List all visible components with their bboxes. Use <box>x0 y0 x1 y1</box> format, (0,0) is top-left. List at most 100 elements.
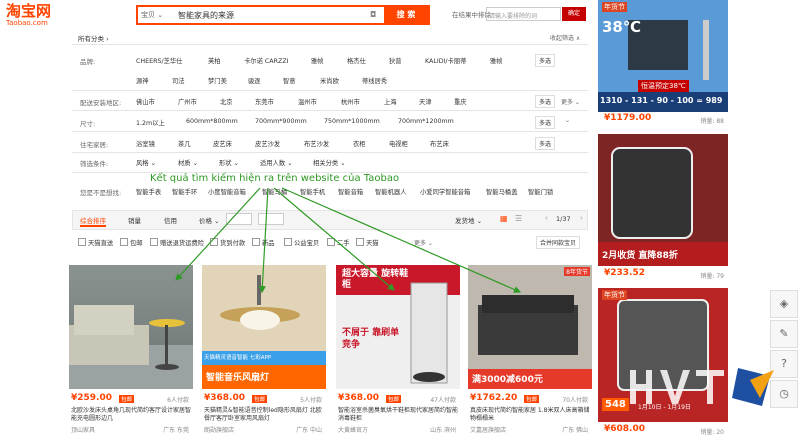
side-product-image[interactable]: 2月收货 直降88折 <box>598 134 728 266</box>
side-product-card[interactable]: 年货节 38℃ 恒温预定38℃ 1310 - 131 - 90 - 100 = … <box>598 0 728 128</box>
product-title[interactable]: 真皮床现代简约智能家居 1.8米双人床高箱储物榻榻米 <box>470 407 590 423</box>
tab-default-sort[interactable]: 综合排序 <box>80 215 106 227</box>
related-link[interactable]: 小度智能音箱 <box>208 187 246 196</box>
tab-credit[interactable]: 信用 <box>164 215 177 225</box>
delivery-option[interactable]: 天津 <box>419 97 432 106</box>
delivery-option[interactable]: 杭州市 <box>341 97 360 106</box>
pick-dropdown[interactable]: 材质 ⌄ <box>178 158 198 167</box>
product-title[interactable]: 北欧沙发床头桌角几现代简约客厅设计家居智能充电圆形边几 <box>71 407 191 423</box>
merge-same-button[interactable]: 合并同款宝贝 <box>536 236 581 249</box>
space-multi-select-button[interactable]: 多选 <box>535 137 556 150</box>
shop-name[interactable]: 艾嘉居旗舰店 <box>470 425 506 434</box>
search-button[interactable]: 搜 索 <box>384 7 428 23</box>
brand-option[interactable]: 芙柏 <box>208 56 221 65</box>
related-link[interactable]: 小爱同学智能音箱 <box>420 187 470 196</box>
delivery-option[interactable]: 上海 <box>384 97 397 106</box>
related-link[interactable]: 智能音箱 <box>338 187 363 196</box>
shop-name[interactable]: 顶山家具 <box>71 425 95 434</box>
prev-page-icon[interactable]: ‹ <box>545 214 548 222</box>
delivery-option[interactable]: 重庆 <box>454 97 467 106</box>
size-option[interactable]: 750mm*1000mm <box>324 118 380 125</box>
space-option[interactable]: 电视柜 <box>389 139 408 148</box>
brand-option[interactable]: 格杰仕 <box>347 56 366 65</box>
product-image[interactable]: 8年货节 满3000减600元 <box>468 265 592 389</box>
space-option[interactable]: 布艺床 <box>430 139 449 148</box>
space-option[interactable]: 皮艺床 <box>213 139 232 148</box>
grid-view-icon[interactable]: ▦ <box>500 214 508 223</box>
filter-checkbox[interactable]: 赠送退货运费险 <box>150 238 204 247</box>
filter-checkbox[interactable]: 新品 <box>252 238 275 247</box>
next-page-icon[interactable]: › <box>580 214 583 222</box>
delivery-option[interactable]: 温州市 <box>298 97 317 106</box>
brand-option[interactable]: 司法 <box>172 76 185 85</box>
shop-name[interactable]: 朗勋旗舰店 <box>204 425 234 434</box>
delivery-option[interactable]: 北京 <box>220 97 233 106</box>
pencil-icon[interactable]: ✎ <box>770 320 798 348</box>
pick-dropdown[interactable]: 风格 ⌄ <box>136 158 156 167</box>
delivery-more-button[interactable]: 更多 ⌄ <box>561 97 580 106</box>
pick-dropdown[interactable]: 相关分类 ⌄ <box>313 158 345 167</box>
shop-name[interactable]: 大黄蜂官方 <box>338 425 368 434</box>
delivery-multi-select-button[interactable]: 多选 <box>535 95 556 108</box>
brand-multi-select-button[interactable]: 多选 <box>535 54 556 67</box>
brand-option[interactable]: 雅帧 <box>311 56 324 65</box>
related-link[interactable]: 智能机器人 <box>375 187 406 196</box>
all-categories-link[interactable]: 所有分类 › <box>78 33 109 43</box>
taobao-logo[interactable]: 淘宝网 Taobao.com <box>6 4 66 28</box>
side-product-card[interactable]: 2月收货 直降88折 ¥233.52 销量: 79 <box>598 134 728 282</box>
related-link[interactable]: 智能手环 <box>172 187 197 196</box>
product-card[interactable]: 8年货节 满3000减600元 ¥1762.20 包邮 70人付款 真皮床现代简… <box>468 265 592 442</box>
related-link[interactable]: 智能马桶盖 <box>486 187 517 196</box>
price-min-input[interactable] <box>226 213 252 225</box>
product-image[interactable]: 超大容量 旋转鞋柜 不屑于 靠刷单竞争 <box>336 265 460 389</box>
size-more-button[interactable]: ⌄ <box>565 117 570 124</box>
search-input[interactable]: 智能家具的来源 <box>178 10 234 21</box>
filter-checkbox[interactable]: 包邮 <box>120 238 143 247</box>
brand-option[interactable]: 蒂线居秀 <box>362 76 387 85</box>
filter-checkbox[interactable]: 天猫 <box>356 238 379 247</box>
brand-option[interactable]: 骏逐 <box>248 76 261 85</box>
size-multi-select-button[interactable]: 多选 <box>535 116 556 129</box>
checks-more-button[interactable]: 更多 ⌄ <box>414 238 433 247</box>
product-image[interactable] <box>69 265 193 389</box>
delivery-option[interactable]: 广州市 <box>178 97 197 106</box>
size-option[interactable]: 600mm*800mm <box>186 118 238 125</box>
related-link[interactable]: 智能手机 <box>300 187 325 196</box>
filter-checkbox[interactable]: 货到付款 <box>210 238 245 247</box>
exclude-input[interactable]: 请输入要排除的词 <box>486 7 561 21</box>
side-product-image[interactable]: 年货节 38℃ 恒温预定38℃ 1310 - 131 - 90 - 100 = … <box>598 0 728 112</box>
pick-dropdown[interactable]: 适用人数 ⌄ <box>260 158 292 167</box>
size-option[interactable]: 1.2m以上 <box>136 118 165 127</box>
brand-option[interactable]: 智意 <box>283 76 296 85</box>
brand-option[interactable]: 米尚欧 <box>320 76 339 85</box>
related-link[interactable]: 智能手表 <box>136 187 161 196</box>
brand-option[interactable]: 狄普 <box>389 56 402 65</box>
space-option[interactable]: 皮艺沙发 <box>255 139 280 148</box>
related-link[interactable]: 智能门锁 <box>528 187 553 196</box>
brand-option[interactable]: CHEERS/芝华仕 <box>136 56 182 65</box>
related-link[interactable]: 智能马桶 <box>262 187 287 196</box>
product-card[interactable]: ¥259.00 包邮 6人付款 北欧沙发床头桌角几现代简约客厅设计家居智能充电圆… <box>69 265 193 442</box>
tab-price[interactable]: 价格 ⌄ <box>199 215 220 225</box>
filter-checkbox[interactable]: 公益宝贝 <box>284 238 319 247</box>
filter-checkbox[interactable]: 二手 <box>327 238 350 247</box>
product-card[interactable]: 天猫精灵语音智能 七彩APP 智能音乐风扇灯 ¥368.00 包邮 5人付款 天… <box>202 265 326 442</box>
tab-sales[interactable]: 销量 <box>128 215 141 225</box>
delivery-option[interactable]: 佛山市 <box>136 97 155 106</box>
brand-option[interactable]: 雅帧 <box>490 56 503 65</box>
filter-checkbox[interactable]: 天猫直送 <box>78 238 113 247</box>
product-title[interactable]: 智能浴室杀菌臭氧烘干鞋柜现代家居简约智能消毒鞋柜 <box>338 407 458 423</box>
delivery-option[interactable]: 东莞市 <box>255 97 274 106</box>
collapse-filters-button[interactable]: 收起筛选 ∧ <box>550 33 580 42</box>
search-category-select[interactable]: 宝贝 ⌄ <box>141 10 163 20</box>
pick-dropdown[interactable]: 形状 ⌄ <box>219 158 239 167</box>
space-option[interactable]: 茶几 <box>178 139 191 148</box>
brand-option[interactable]: 卡尔诺 CARZZI <box>244 56 288 65</box>
product-image[interactable]: 天猫精灵语音智能 七彩APP 智能音乐风扇灯 <box>202 265 326 389</box>
product-card[interactable]: 超大容量 旋转鞋柜 不屑于 靠刷单竞争 ¥368.00 包邮 47人付款 智能浴… <box>336 265 460 442</box>
cube-icon[interactable]: ◈ <box>770 290 798 318</box>
camera-icon[interactable]: ◘ <box>370 10 380 19</box>
brand-option[interactable]: 梦门美 <box>208 76 227 85</box>
space-option[interactable]: 衣柜 <box>353 139 366 148</box>
product-title[interactable]: 天猫精灵&智能语音控制led隐形风扇灯 北欧餐厅客厅卧室家用风扇灯 <box>204 407 324 423</box>
